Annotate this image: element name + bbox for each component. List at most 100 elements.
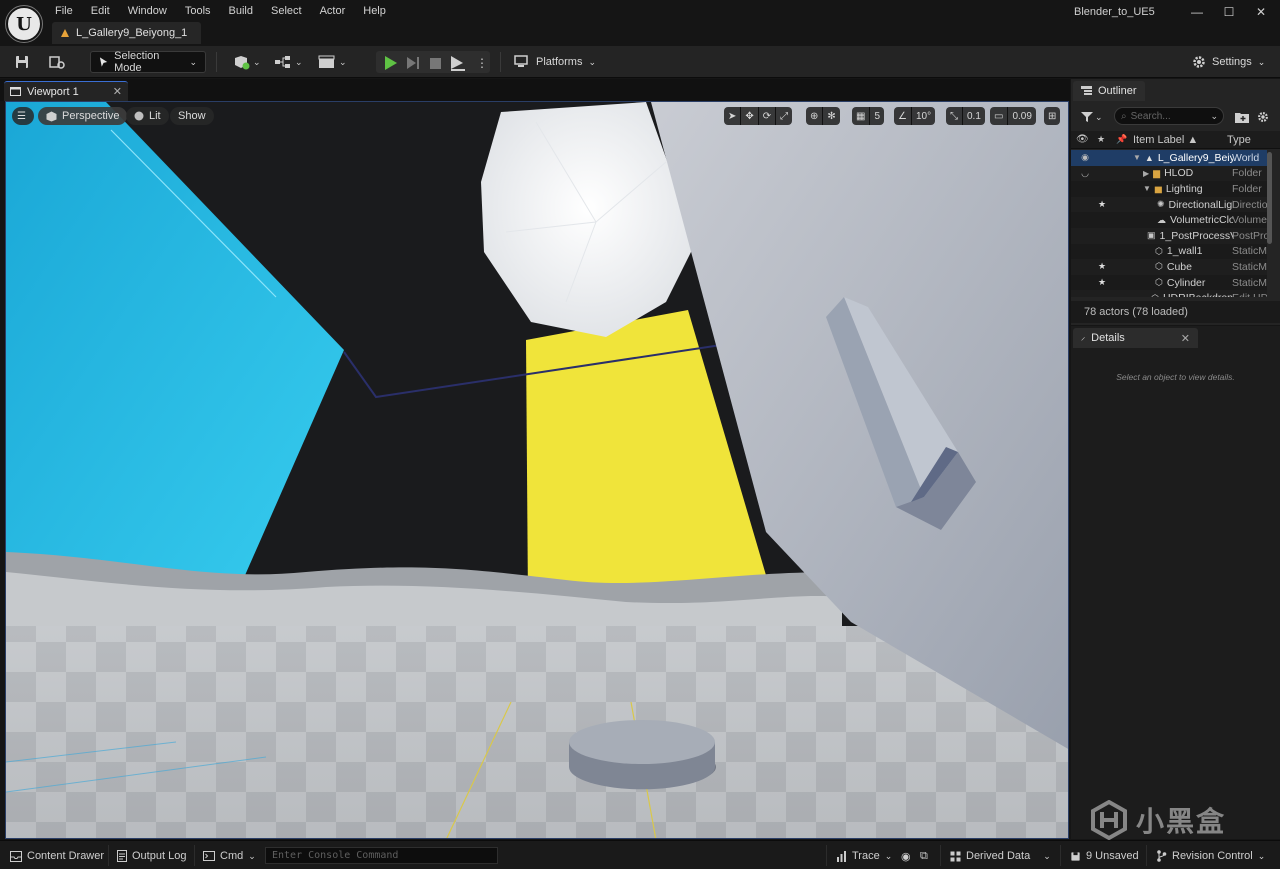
tab-outliner[interactable]: Outliner — [1073, 81, 1145, 101]
blueprint-icon[interactable]: ⌄ — [274, 52, 303, 72]
eject-icon[interactable] — [450, 53, 466, 73]
outliner-row[interactable]: ⬡1_wall1StaticMeshActor — [1071, 244, 1267, 260]
revision-control-dropdown[interactable]: Revision Control ⌄ — [1156, 847, 1265, 865]
level-viewport[interactable]: ☰ Perspective Lit Show ➤ ✥ ⟳ ⤢ ⊕ ✻ ▦ 5 ∠… — [5, 101, 1069, 839]
type-column[interactable]: Type — [1227, 134, 1251, 146]
toolbar-divider — [216, 52, 217, 72]
outliner-item-type: Folder — [1232, 167, 1262, 180]
menu-file[interactable]: File — [46, 3, 82, 19]
browse-level-icon[interactable] — [48, 52, 66, 72]
outliner-row[interactable]: ◡ ▶ ▆ HLOD Folder — [1071, 165, 1267, 182]
outliner-item-type: Edit HDRIBackdrop — [1232, 292, 1267, 297]
play-icon[interactable] — [384, 53, 398, 73]
outliner-item: ⬡ 1_wall1 — [1143, 245, 1233, 257]
select-tool-icon[interactable]: ➤ — [724, 107, 742, 125]
content-drawer-button[interactable]: Content Drawer — [10, 847, 104, 865]
favorite-column-icon[interactable]: ★ — [1097, 134, 1105, 145]
more-options-icon[interactable]: ⋮ — [476, 53, 488, 73]
console-command-input[interactable]: Enter Console Command — [265, 847, 498, 864]
outliner-settings-icon[interactable] — [1257, 107, 1269, 127]
viewport-scene[interactable] — [6, 102, 1069, 839]
output-log-button[interactable]: Output Log — [117, 847, 186, 865]
show-button[interactable]: Show — [170, 107, 214, 125]
add-folder-icon[interactable] — [1235, 107, 1249, 127]
outliner-row[interactable]: ▼ ▅ Lighting Folder — [1071, 181, 1267, 197]
cmd-dropdown[interactable]: Cmd ⌄ — [203, 847, 256, 865]
menu-edit[interactable]: Edit — [82, 3, 119, 19]
tab-viewport-1[interactable]: Viewport 1 ✕ — [4, 81, 128, 101]
add-actor-icon[interactable]: ⌄ — [232, 52, 261, 72]
screenshot-icon[interactable]: ⧉ — [920, 847, 928, 865]
viewport-layout-control[interactable]: ⊞ — [1044, 107, 1061, 125]
outliner-row[interactable]: ⬡ HDRIBackdropEdit HDRIBackdrop — [1071, 290, 1267, 297]
chevron-down-icon[interactable]: ▼ — [1143, 184, 1151, 193]
maximize-button[interactable]: ☐ — [1216, 3, 1242, 21]
outliner-row[interactable]: ◉ ▼▲L_Gallery9_Beiyong_1World — [1071, 150, 1267, 166]
star-icon[interactable]: ★ — [1097, 261, 1107, 272]
lit-button[interactable]: Lit — [126, 107, 169, 125]
star-icon[interactable]: ★ — [1097, 199, 1107, 210]
menu-build[interactable]: Build — [220, 3, 262, 19]
close-icon[interactable]: ✕ — [113, 85, 122, 98]
rotate-tool-icon[interactable]: ⟳ — [759, 107, 777, 125]
eye-icon[interactable]: ◉ — [1079, 152, 1091, 163]
outliner-row[interactable]: ★⬡CubeStaticMeshActor — [1071, 259, 1267, 275]
eye-closed-icon[interactable]: ◡ — [1079, 168, 1091, 179]
step-icon[interactable] — [406, 53, 420, 73]
tab-details[interactable]: Details ✕ — [1073, 328, 1198, 348]
record-icon[interactable]: ◉ — [901, 847, 911, 865]
viewport-icon — [10, 87, 21, 96]
outliner-row[interactable]: ▣1_PostProcessVolumePostProcessVolume — [1071, 227, 1267, 244]
save-icon[interactable] — [14, 52, 30, 72]
filter-icon[interactable]: ⌄ — [1081, 107, 1103, 127]
menu-window[interactable]: Window — [119, 3, 176, 19]
outliner-scrollbar[interactable] — [1267, 152, 1272, 244]
grid-snap-control[interactable]: ▦ 5 — [852, 107, 885, 125]
cloud-icon: ☁ — [1157, 214, 1166, 225]
star-icon[interactable]: ★ — [1097, 277, 1107, 288]
outliner-row[interactable]: ☁ VolumetricCloudVolumetricCloud — [1071, 212, 1267, 228]
platforms-dropdown[interactable]: Platforms ⌄ — [506, 51, 604, 73]
outliner-row[interactable]: ★✺DirectionalLightDirectionalLight — [1071, 196, 1267, 213]
item-label-column[interactable]: Item Label ▲ — [1133, 134, 1198, 146]
outliner-item-label: HLOD — [1164, 167, 1194, 180]
settings-dropdown[interactable]: Settings ⌄ — [1184, 51, 1273, 73]
outliner-search-input[interactable]: ⌕ Search... ⌄ — [1114, 107, 1224, 125]
outliner-row[interactable]: ★⬡CylinderStaticMeshActor — [1071, 275, 1267, 291]
unsaved-button[interactable]: 9 Unsaved — [1070, 847, 1139, 865]
stop-icon[interactable] — [430, 53, 442, 73]
scale-snap-value: 0.1 — [967, 110, 981, 122]
menu-help[interactable]: Help — [354, 3, 395, 19]
visibility-column-icon[interactable]: 👁 — [1076, 134, 1089, 145]
menu-tools[interactable]: Tools — [176, 3, 220, 19]
cinematics-icon[interactable]: ⌄ — [318, 52, 347, 72]
pin-column-icon[interactable]: 📌 — [1116, 134, 1127, 145]
coordinate-tools: ⊕ ✻ — [806, 107, 840, 125]
scale-tool-icon[interactable]: ⤢ — [776, 107, 792, 125]
close-window-button[interactable]: ✕ — [1248, 3, 1274, 21]
rotation-snap-control[interactable]: ∠ 10° — [894, 107, 936, 125]
scale-snap-control[interactable]: ⤡ 0.1 — [946, 107, 985, 125]
outliner-panel: Outliner ⌄ ⌕ Search... ⌄ 👁 ★ 📌 Item Labe… — [1071, 79, 1280, 325]
chevron-right-icon[interactable]: ▶ — [1143, 169, 1149, 178]
camera-speed-control[interactable]: ▭ 0.09 — [990, 107, 1036, 125]
status-divider — [1146, 845, 1147, 866]
surface-snap-icon[interactable]: ✻ — [823, 107, 839, 125]
menu-select[interactable]: Select — [262, 3, 311, 19]
outliner-item: ☁ VolumetricCloud — [1153, 214, 1233, 226]
move-tool-icon[interactable]: ✥ — [741, 107, 759, 125]
level-tab[interactable]: L_Gallery9_Beiyong_1 — [52, 22, 202, 44]
chevron-down-icon[interactable]: ▼ — [1133, 153, 1141, 162]
unreal-logo[interactable]: U — [5, 5, 43, 43]
perspective-button[interactable]: Perspective — [38, 107, 128, 125]
close-icon[interactable]: ✕ — [1181, 332, 1190, 345]
trace-dropdown[interactable]: Trace ⌄ — [836, 847, 892, 865]
viewport-menu-button[interactable]: ☰ — [12, 107, 34, 125]
outliner-item-type: PostProcessVolume — [1232, 229, 1267, 242]
derived-data-dropdown[interactable]: Derived Data ⌄ — [950, 847, 1051, 865]
menu-actor[interactable]: Actor — [311, 3, 355, 19]
minimize-button[interactable]: — — [1184, 3, 1210, 21]
outliner-toolbar: ⌄ ⌕ Search... ⌄ — [1071, 103, 1280, 129]
world-space-icon[interactable]: ⊕ — [806, 107, 824, 125]
selection-mode-dropdown[interactable]: Selection Mode ⌄ — [90, 50, 206, 74]
